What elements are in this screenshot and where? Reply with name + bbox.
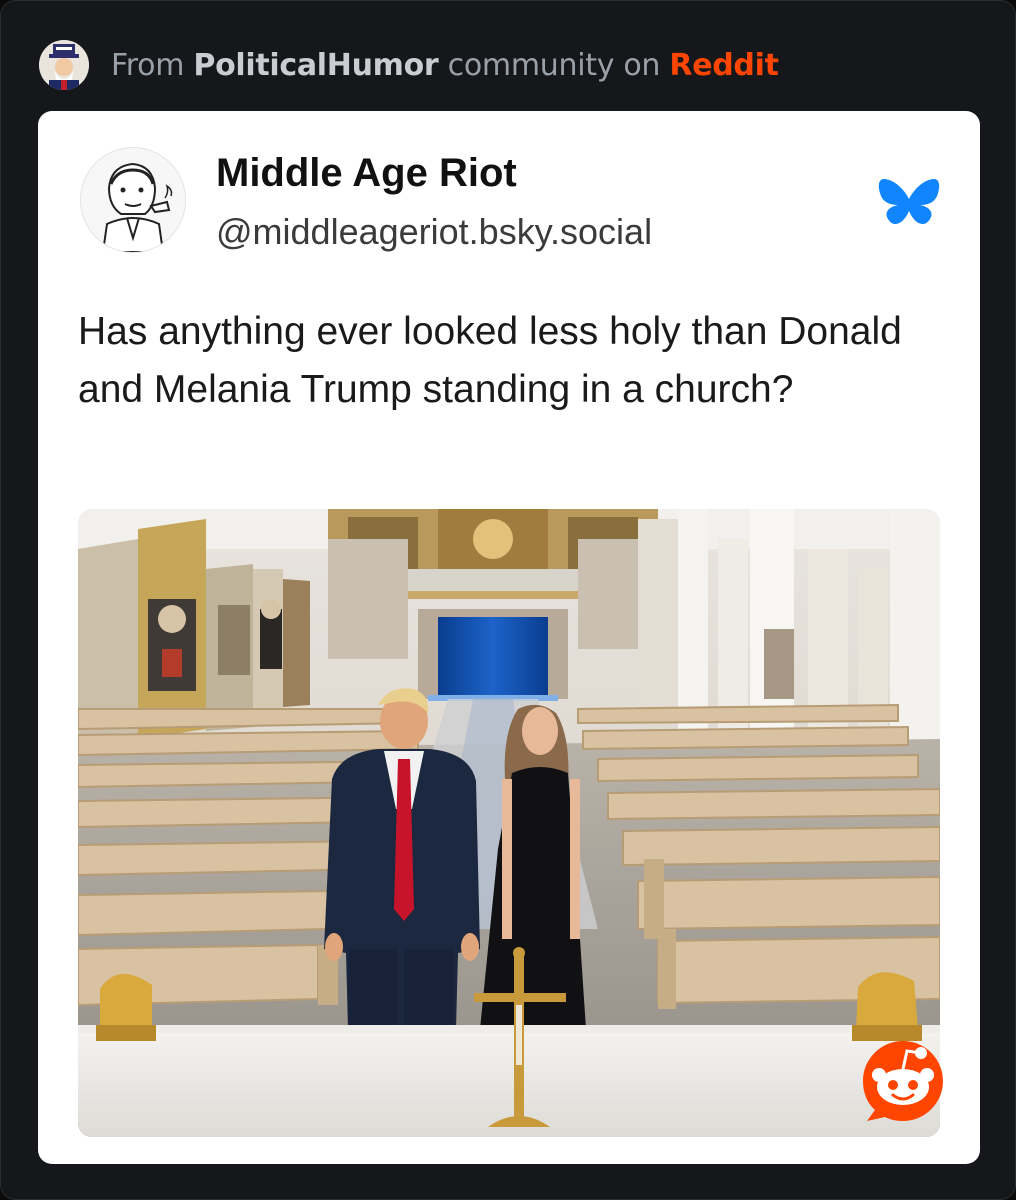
author-avatar[interactable] xyxy=(80,147,186,253)
author-handle[interactable]: @middleageriot.bsky.social xyxy=(216,211,652,253)
community-link[interactable]: PoliticalHumor xyxy=(193,48,438,83)
source-prefix: From xyxy=(111,47,185,83)
embed-source-line: From PoliticalHumor community on Reddit xyxy=(111,48,779,83)
author-row: Middle Age Riot @middleageriot.bsky.soci… xyxy=(80,147,940,257)
author-name[interactable]: Middle Age Riot xyxy=(216,151,517,196)
reddit-snoo-icon[interactable] xyxy=(859,1037,947,1125)
community-avatar-icon[interactable] xyxy=(39,40,89,90)
post-embed-frame: From PoliticalHumor community on Reddit xyxy=(0,0,1016,1200)
post-text: Has anything ever looked less holy than … xyxy=(78,310,902,411)
church-photo-image[interactable] xyxy=(78,509,940,1137)
bluesky-butterfly-icon xyxy=(878,177,940,231)
source-middle: community on xyxy=(447,47,661,83)
reddit-brand-link[interactable]: Reddit xyxy=(669,48,779,83)
embed-header: From PoliticalHumor community on Reddit xyxy=(39,39,779,91)
post-card[interactable]: Middle Age Riot @middleageriot.bsky.soci… xyxy=(38,111,980,1164)
